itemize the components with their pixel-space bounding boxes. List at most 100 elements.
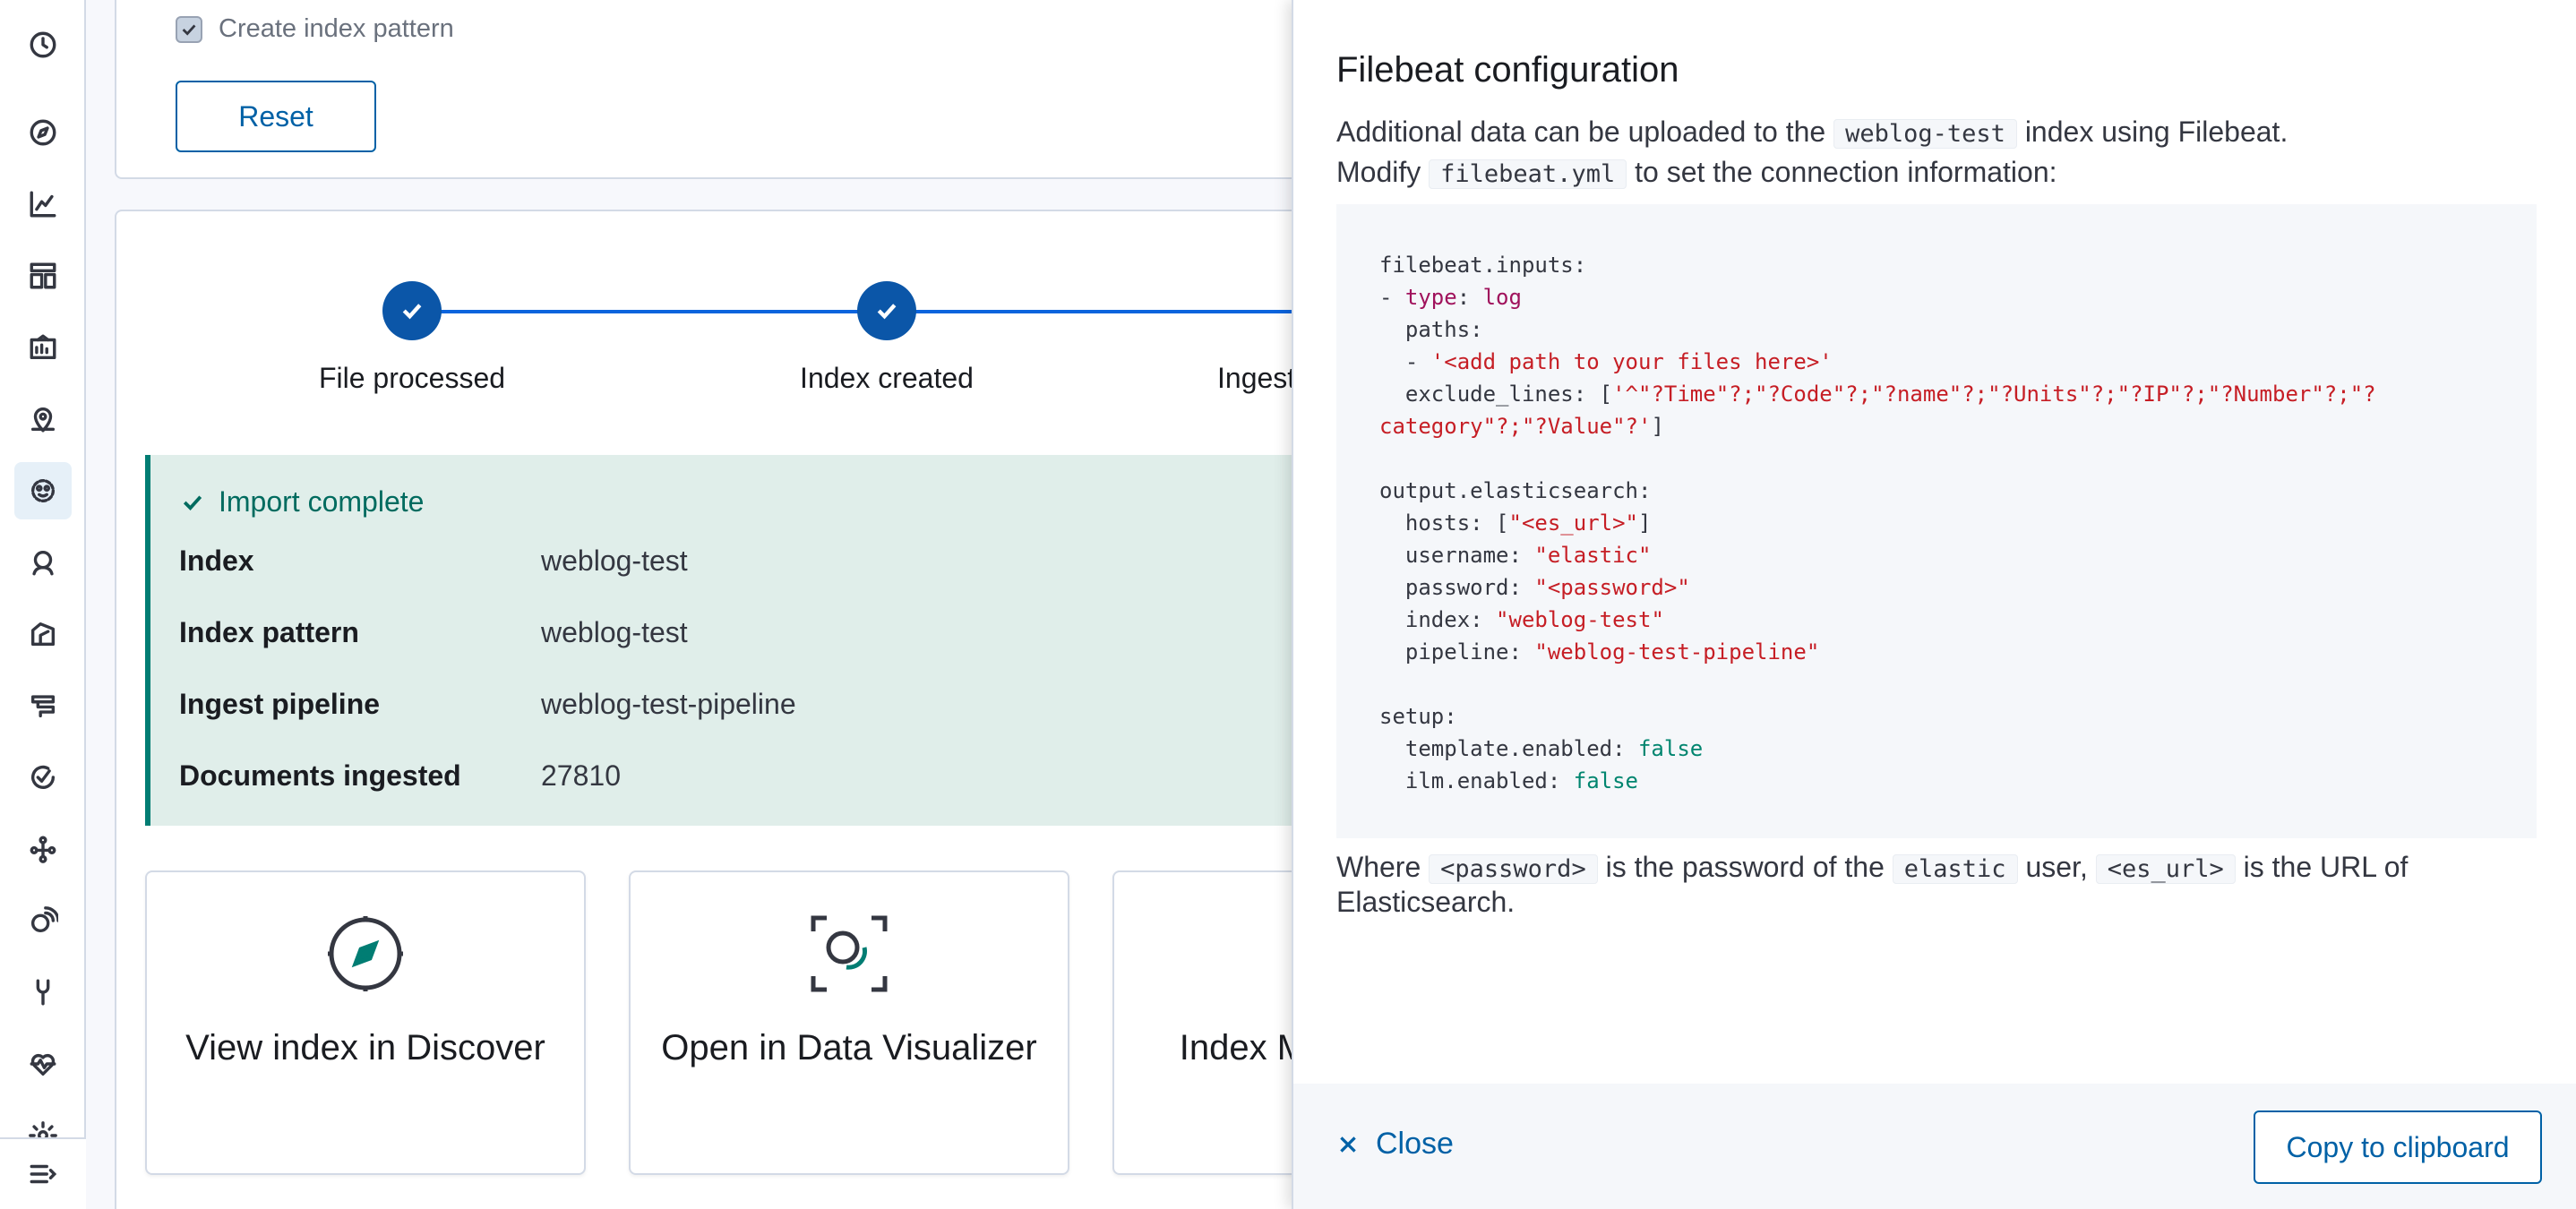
main-content: Create index pattern Reset File processe… bbox=[86, 0, 1295, 1209]
code-token: : bbox=[1456, 285, 1483, 310]
info-label: Index bbox=[179, 544, 254, 577]
visualize-icon[interactable] bbox=[25, 186, 61, 222]
code-token: false bbox=[1573, 768, 1638, 793]
code-token: password: bbox=[1379, 575, 1535, 600]
code-line: filebeat.inputs: bbox=[1379, 253, 1587, 278]
open-data-visualizer-card[interactable]: Open in Data Visualizer bbox=[629, 870, 1069, 1175]
info-label: Ingest pipeline bbox=[179, 688, 381, 720]
info-label: Index pattern bbox=[179, 616, 359, 648]
create-index-pattern-label: Create index pattern bbox=[219, 14, 454, 43]
dashboard-icon[interactable] bbox=[25, 258, 61, 294]
info-row-documents-ingested: Documents ingested 27810 bbox=[179, 759, 621, 793]
step-label: File processed bbox=[318, 362, 506, 394]
flyout-footnote: Where <password> is the password of the … bbox=[1336, 851, 2537, 918]
info-value: weblog-test bbox=[541, 544, 688, 577]
footnote-user-code: elastic bbox=[1892, 854, 2018, 884]
discover-compass-icon bbox=[325, 913, 406, 994]
info-value: weblog-test bbox=[541, 616, 688, 648]
code-token: hosts: [ bbox=[1379, 510, 1509, 536]
info-value: 27810 bbox=[541, 759, 621, 792]
code-line: paths: bbox=[1379, 317, 1483, 342]
data-visualizer-icon bbox=[809, 913, 889, 994]
code-token: exclude_lines: [ bbox=[1379, 382, 1613, 407]
graph-icon[interactable] bbox=[25, 831, 61, 867]
code-line: output.elasticsearch: bbox=[1379, 478, 1652, 503]
code-token: "<es_url>" bbox=[1508, 510, 1639, 536]
create-index-pattern-row[interactable]: Create index pattern bbox=[176, 14, 454, 44]
import-complete-callout: Import complete Index weblog-test Index … bbox=[145, 455, 1295, 826]
code-token: category"?;"?Value"?' bbox=[1379, 414, 1652, 439]
footnote-text: Where bbox=[1336, 851, 1421, 883]
close-button[interactable]: Close bbox=[1336, 1127, 1454, 1162]
apm-icon[interactable] bbox=[25, 688, 61, 724]
card-title: Index Management bbox=[1179, 1028, 1295, 1068]
machine-learning-icon[interactable] bbox=[14, 462, 72, 519]
code-token: template.enabled: bbox=[1379, 736, 1638, 761]
info-value: weblog-test-pipeline bbox=[541, 688, 796, 720]
flyout-title: Filebeat configuration bbox=[1336, 50, 1679, 90]
recently-viewed-icon[interactable] bbox=[25, 27, 61, 63]
desc-index-code: weblog-test bbox=[1833, 119, 2017, 149]
footnote-password-code: <password> bbox=[1429, 854, 1598, 884]
code-token: - bbox=[1379, 285, 1405, 310]
filebeat-config-code[interactable]: filebeat.inputs: - type: log paths: - '<… bbox=[1336, 204, 2537, 838]
close-icon bbox=[1340, 1136, 1356, 1153]
callout-title: Import complete bbox=[179, 485, 424, 519]
code-token: "elastic" bbox=[1534, 543, 1652, 568]
code-token: - bbox=[1379, 349, 1431, 374]
code-token: '^"?Time"?;"?Code"?;"?name"?;"?Units"?;"… bbox=[1612, 382, 2376, 407]
check-icon bbox=[183, 494, 202, 510]
code-token: log bbox=[1482, 285, 1522, 310]
checkmark-icon bbox=[182, 23, 196, 36]
siem-icon[interactable] bbox=[25, 903, 61, 939]
desc-file-code: filebeat.yml bbox=[1429, 159, 1627, 189]
code-token: index: bbox=[1379, 607, 1497, 632]
desc-text: index using Filebeat. bbox=[2024, 116, 2288, 148]
step-ingest-pipeline-created: Ingest pipeline created bbox=[1182, 281, 1295, 395]
code-token: "weblog-test-pipeline" bbox=[1534, 639, 1820, 665]
info-row-ingest-pipeline: Ingest pipeline weblog-test-pipeline bbox=[179, 688, 796, 721]
desc-text: Modify bbox=[1336, 156, 1421, 188]
step-index-created: Index created bbox=[708, 281, 1066, 395]
step-label: Index created bbox=[800, 362, 974, 394]
view-in-discover-card[interactable]: View index in Discover bbox=[145, 870, 586, 1175]
step-complete-icon bbox=[382, 281, 442, 340]
code-token: ] bbox=[1638, 510, 1652, 536]
step-file-processed: File processed bbox=[233, 281, 591, 395]
discover-icon[interactable] bbox=[25, 115, 61, 150]
step-label: Ingest pipeline created bbox=[1217, 362, 1295, 394]
filebeat-config-flyout: Filebeat configuration Additional data c… bbox=[1292, 0, 2576, 1209]
desc-text: to set the connection information: bbox=[1635, 156, 2057, 188]
metrics-icon[interactable] bbox=[25, 544, 61, 580]
flyout-description: Additional data can be uploaded to the w… bbox=[1336, 113, 2537, 193]
maps-icon[interactable] bbox=[25, 401, 61, 437]
menu-collapse-icon[interactable] bbox=[0, 1137, 86, 1209]
code-line: setup: bbox=[1379, 704, 1457, 729]
footnote-text: is the password of the bbox=[1605, 851, 1885, 883]
footnote-url-code: <es_url> bbox=[2095, 854, 2236, 884]
info-label: Documents ingested bbox=[179, 759, 461, 792]
code-token: false bbox=[1637, 736, 1704, 761]
card-title: Open in Data Visualizer bbox=[661, 1028, 1037, 1068]
code-token: username: bbox=[1379, 543, 1535, 568]
index-management-card[interactable]: Index Management bbox=[1112, 870, 1295, 1175]
code-token: type bbox=[1404, 285, 1457, 310]
dev-tools-icon[interactable] bbox=[25, 974, 61, 1010]
flyout-footer: Close Copy to clipboard bbox=[1293, 1084, 2576, 1209]
info-row-index-pattern: Index pattern weblog-test bbox=[179, 616, 688, 649]
code-token: ilm.enabled: bbox=[1379, 768, 1574, 793]
create-index-pattern-checkbox[interactable] bbox=[176, 15, 202, 43]
reset-button[interactable]: Reset bbox=[176, 81, 376, 152]
canvas-icon[interactable] bbox=[25, 330, 61, 365]
callout-title-text: Import complete bbox=[219, 485, 425, 518]
card-title: View index in Discover bbox=[185, 1028, 545, 1068]
desc-text: Additional data can be uploaded to the bbox=[1336, 116, 1826, 148]
close-label: Close bbox=[1376, 1127, 1454, 1161]
uptime-icon[interactable] bbox=[25, 759, 61, 795]
monitoring-icon[interactable] bbox=[25, 1046, 61, 1082]
code-token: "weblog-test" bbox=[1496, 607, 1664, 632]
logs-icon[interactable] bbox=[25, 616, 61, 652]
copy-to-clipboard-button[interactable]: Copy to clipboard bbox=[2254, 1110, 2542, 1184]
side-nav bbox=[0, 0, 86, 1209]
import-settings-panel: Create index pattern Reset bbox=[115, 0, 1295, 179]
